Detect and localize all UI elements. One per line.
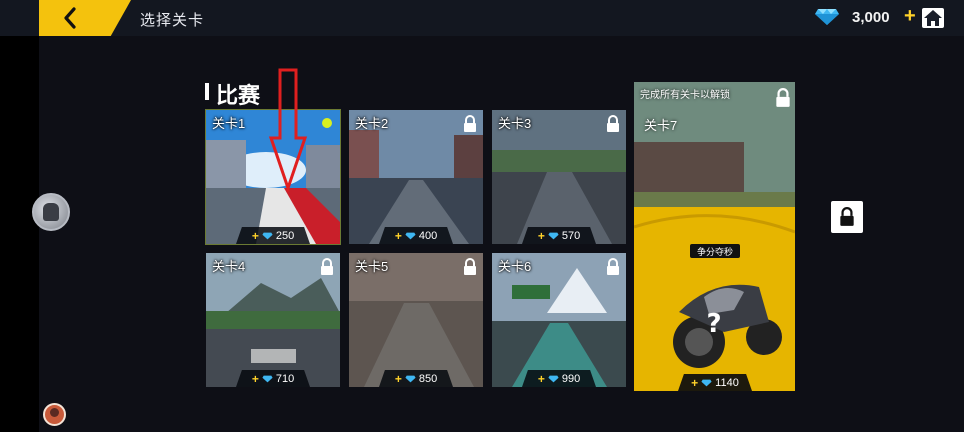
diamond-icon [701,379,712,386]
lock-icon [607,115,619,132]
level-card-3[interactable]: 关卡3 + 570 [492,110,626,244]
annotation-arrow [268,68,308,192]
lock-icon [321,258,333,275]
unlock-hint: 完成所有关卡以解锁 [640,90,730,101]
lock-icon [776,88,790,107]
diamond-icon [405,375,416,382]
currency-amount: 3,000 [852,9,890,26]
level-label: 关卡4 [212,259,246,274]
diamond-icon [548,232,559,239]
diamond-icon [262,232,273,239]
reward-amount: 1140 [715,376,739,389]
level-label: 关卡7 [644,118,678,133]
selected-indicator [322,118,332,128]
level-label: 关卡3 [498,116,532,131]
level-label: 关卡2 [355,116,389,131]
reward-amount: 850 [418,372,438,385]
reward-plus: + [394,228,402,243]
reward-amount: 400 [418,229,438,242]
reward-badge: + 570 [522,227,596,244]
lock-icon [464,258,476,275]
diamond-icon [548,375,559,382]
lock-icon [464,115,476,132]
level-label: 关卡1 [212,116,246,131]
reward-plus: + [251,371,259,386]
level-card-6[interactable]: 关卡6 + 990 [492,253,626,387]
reward-plus: + [691,375,699,390]
mode-badge: 争分夺秒 [690,244,740,258]
reward-plus: + [251,228,259,243]
reward-amount: 990 [561,372,581,385]
locked-section-button[interactable] [831,201,863,233]
svg-text:?: ? [706,309,721,339]
level-card-7[interactable]: ? 完成所有关卡以解锁 关卡7 争分夺秒 + 1140 [634,82,795,391]
reward-badge: + 250 [236,227,310,244]
diamond-icon [815,9,839,25]
section-marker [205,83,209,100]
reward-badge: + 710 [236,370,310,387]
reward-badge: + 1140 [678,374,752,391]
reward-amount: 710 [275,372,295,385]
lock-icon [840,207,854,226]
level-label: 关卡6 [498,259,532,274]
reward-amount: 570 [561,229,581,242]
reward-plus: + [537,371,545,386]
level-card-5[interactable]: 关卡5 + 850 [349,253,483,387]
diamond-icon [262,375,273,382]
reward-badge: + 990 [522,370,596,387]
side-avatar-button[interactable] [32,193,70,231]
lock-icon [607,258,619,275]
back-arrow-icon [64,7,76,29]
page-title: 选择关卡 [140,12,205,29]
reward-amount: 250 [275,229,295,242]
section-title: 比赛 [216,83,261,108]
player-avatar[interactable] [43,403,66,426]
reward-badge: + 850 [379,370,453,387]
add-currency-button[interactable]: + [904,5,916,28]
diamond-icon [405,232,416,239]
level-card-4[interactable]: 关卡4 + 710 [206,253,340,387]
reward-plus: + [394,371,402,386]
level-label: 关卡5 [355,259,389,274]
reward-badge: + 400 [379,227,453,244]
reward-plus: + [537,228,545,243]
home-icon[interactable] [922,8,944,28]
level-card-2[interactable]: 关卡2 + 400 [349,110,483,244]
